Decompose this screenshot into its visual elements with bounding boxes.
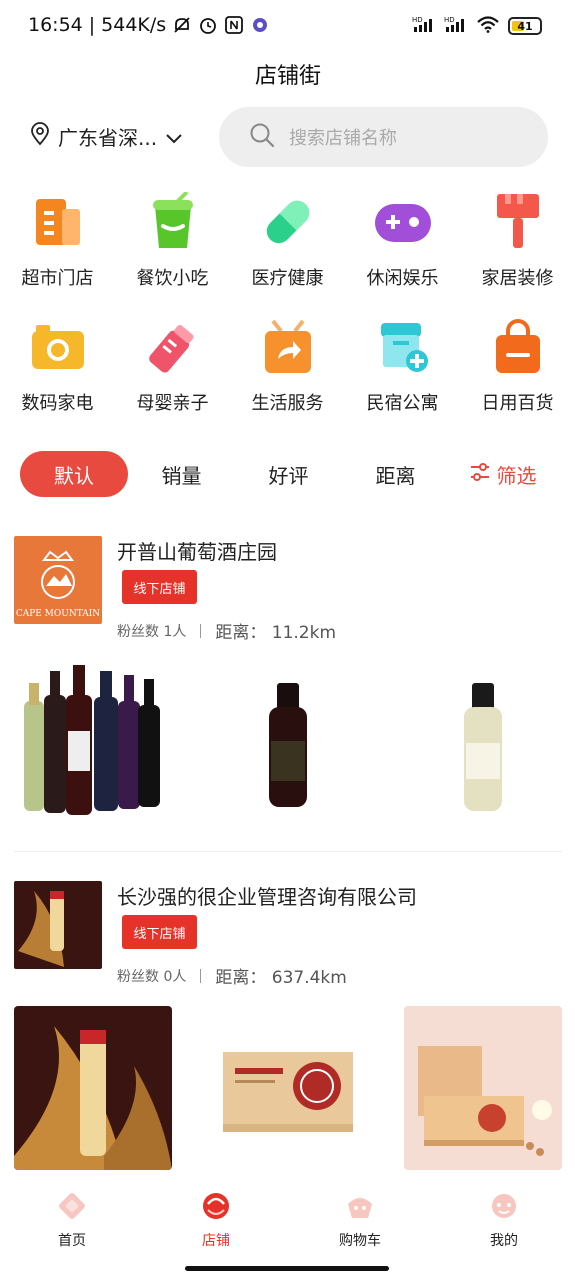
sort-tab-sales[interactable]: 销量 [128, 451, 235, 497]
status-left: 16:54 | 544K/s [28, 14, 270, 36]
category-label: 家居装修 [481, 268, 554, 289]
search-icon [249, 122, 275, 152]
home-indicator[interactable] [185, 1266, 389, 1271]
category-label: 超市门店 [21, 268, 94, 289]
category-label: 母婴亲子 [136, 393, 209, 414]
svg-text:HD: HD [444, 16, 455, 24]
meta-separator [200, 968, 202, 983]
wifi-icon [476, 15, 500, 37]
paint-brush-icon [486, 190, 550, 254]
location-label: 广东省深... [58, 126, 158, 150]
category-daily-goods[interactable]: 日用百货 [460, 315, 575, 440]
search-input[interactable]: 搜索店铺名称 [219, 107, 548, 167]
store-tag: 线下店铺 [122, 915, 197, 949]
store-logo-text: CAPE MOUNTAIN [16, 609, 100, 619]
signal-icon-2: HD [444, 15, 468, 37]
store-tag: 线下店铺 [122, 570, 197, 604]
status-net-speed: 544K/s [101, 14, 167, 36]
nfc-icon [224, 15, 244, 35]
nav-label: 首页 [58, 1233, 86, 1249]
gamepad-icon [371, 190, 435, 254]
location-selector[interactable]: 广东省深... [30, 122, 183, 151]
category-life-service[interactable]: 生活服务 [230, 315, 345, 440]
store-icon [200, 1190, 232, 1222]
nav-label: 购物车 [339, 1233, 381, 1249]
nav-label: 店铺 [202, 1233, 230, 1249]
share-box-icon [256, 315, 320, 379]
profile-icon [488, 1190, 520, 1222]
mute-icon [172, 15, 192, 35]
sort-tab-default[interactable]: 默认 [20, 451, 128, 497]
product-image[interactable] [209, 661, 367, 825]
home-icon [56, 1190, 88, 1222]
shop-plus-icon [371, 315, 435, 379]
supermarket-icon [26, 190, 90, 254]
nav-profile[interactable]: 我的 [432, 1190, 576, 1280]
category-food[interactable]: 餐饮小吃 [115, 190, 230, 315]
category-label: 数码家电 [21, 393, 94, 414]
status-time: 16:54 [28, 14, 83, 36]
category-label: 民宿公寓 [366, 393, 439, 414]
category-label: 日用百货 [481, 393, 554, 414]
status-right: HD HD 41 [412, 15, 542, 37]
battery-level: 41 [517, 19, 533, 33]
shopping-bag-icon [486, 315, 550, 379]
product-image[interactable] [404, 661, 562, 825]
category-label: 生活服务 [251, 393, 324, 414]
sort-tab-rating[interactable]: 好评 [235, 451, 342, 497]
product-image[interactable] [404, 1006, 562, 1170]
product-row [14, 661, 562, 825]
filter-icon [469, 462, 491, 487]
meta-separator [200, 623, 202, 638]
search-placeholder: 搜索店铺名称 [289, 128, 397, 149]
product-image[interactable] [14, 1006, 172, 1170]
product-image[interactable] [14, 661, 172, 825]
category-label: 医疗健康 [251, 268, 324, 289]
location-pin-icon [30, 122, 50, 151]
page-title: 店铺街 [254, 64, 321, 89]
category-grid: 超市门店 餐饮小吃 医疗健康 休闲娱乐 家居装修 数码家电 母婴亲子 生活服务 … [0, 190, 576, 440]
store-name: 长沙强的很企业管理咨询有限公司 [117, 885, 417, 909]
capsule-icon [256, 190, 320, 254]
nav-home[interactable]: 首页 [0, 1190, 144, 1280]
cart-icon [344, 1190, 376, 1222]
category-supermarket[interactable]: 超市门店 [0, 190, 115, 315]
category-baby[interactable]: 母婴亲子 [115, 315, 230, 440]
camera-icon [26, 315, 90, 379]
store-name: 开普山葡萄酒庄园 [117, 540, 277, 564]
category-entertainment[interactable]: 休闲娱乐 [345, 190, 460, 315]
sort-bar: 默认 销量 好评 距离 筛选 [20, 451, 556, 497]
signal-icon: HD [412, 15, 436, 37]
store-fans: 粉丝数 0人 [117, 968, 187, 985]
battery-icon: 41 [508, 17, 542, 35]
app-notification-icon [250, 15, 270, 35]
store-logo: CAPE MOUNTAIN [14, 536, 102, 624]
store-meta: 粉丝数 1人 距离： 11.2km [117, 618, 336, 643]
status-divider: | [88, 14, 96, 36]
chevron-down-icon [165, 125, 183, 149]
nav-label: 我的 [490, 1233, 518, 1249]
store-distance: 距离： 637.4km [215, 968, 347, 988]
category-home-decor[interactable]: 家居装修 [460, 190, 575, 315]
status-bar: 16:54 | 544K/s HD HD 41 [0, 0, 576, 56]
category-label: 餐饮小吃 [136, 268, 209, 289]
filter-label: 筛选 [496, 463, 537, 488]
filter-button[interactable]: 筛选 [449, 451, 556, 497]
store-meta: 粉丝数 0人 距离： 637.4km [117, 963, 347, 988]
store-logo [14, 881, 102, 969]
svg-text:HD: HD [412, 16, 423, 24]
store-fans: 粉丝数 1人 [117, 623, 187, 640]
sort-tab-distance[interactable]: 距离 [342, 451, 449, 497]
category-label: 休闲娱乐 [366, 268, 439, 289]
store-divider [14, 851, 562, 852]
category-homestay[interactable]: 民宿公寓 [345, 315, 460, 440]
alarm-icon [198, 15, 218, 35]
category-digital[interactable]: 数码家电 [0, 315, 115, 440]
store-distance: 距离： 11.2km [215, 623, 337, 643]
category-health[interactable]: 医疗健康 [230, 190, 345, 315]
baby-bottle-icon [141, 315, 205, 379]
drink-cup-icon [141, 190, 205, 254]
product-image[interactable] [209, 1006, 367, 1170]
product-row [14, 1006, 562, 1170]
